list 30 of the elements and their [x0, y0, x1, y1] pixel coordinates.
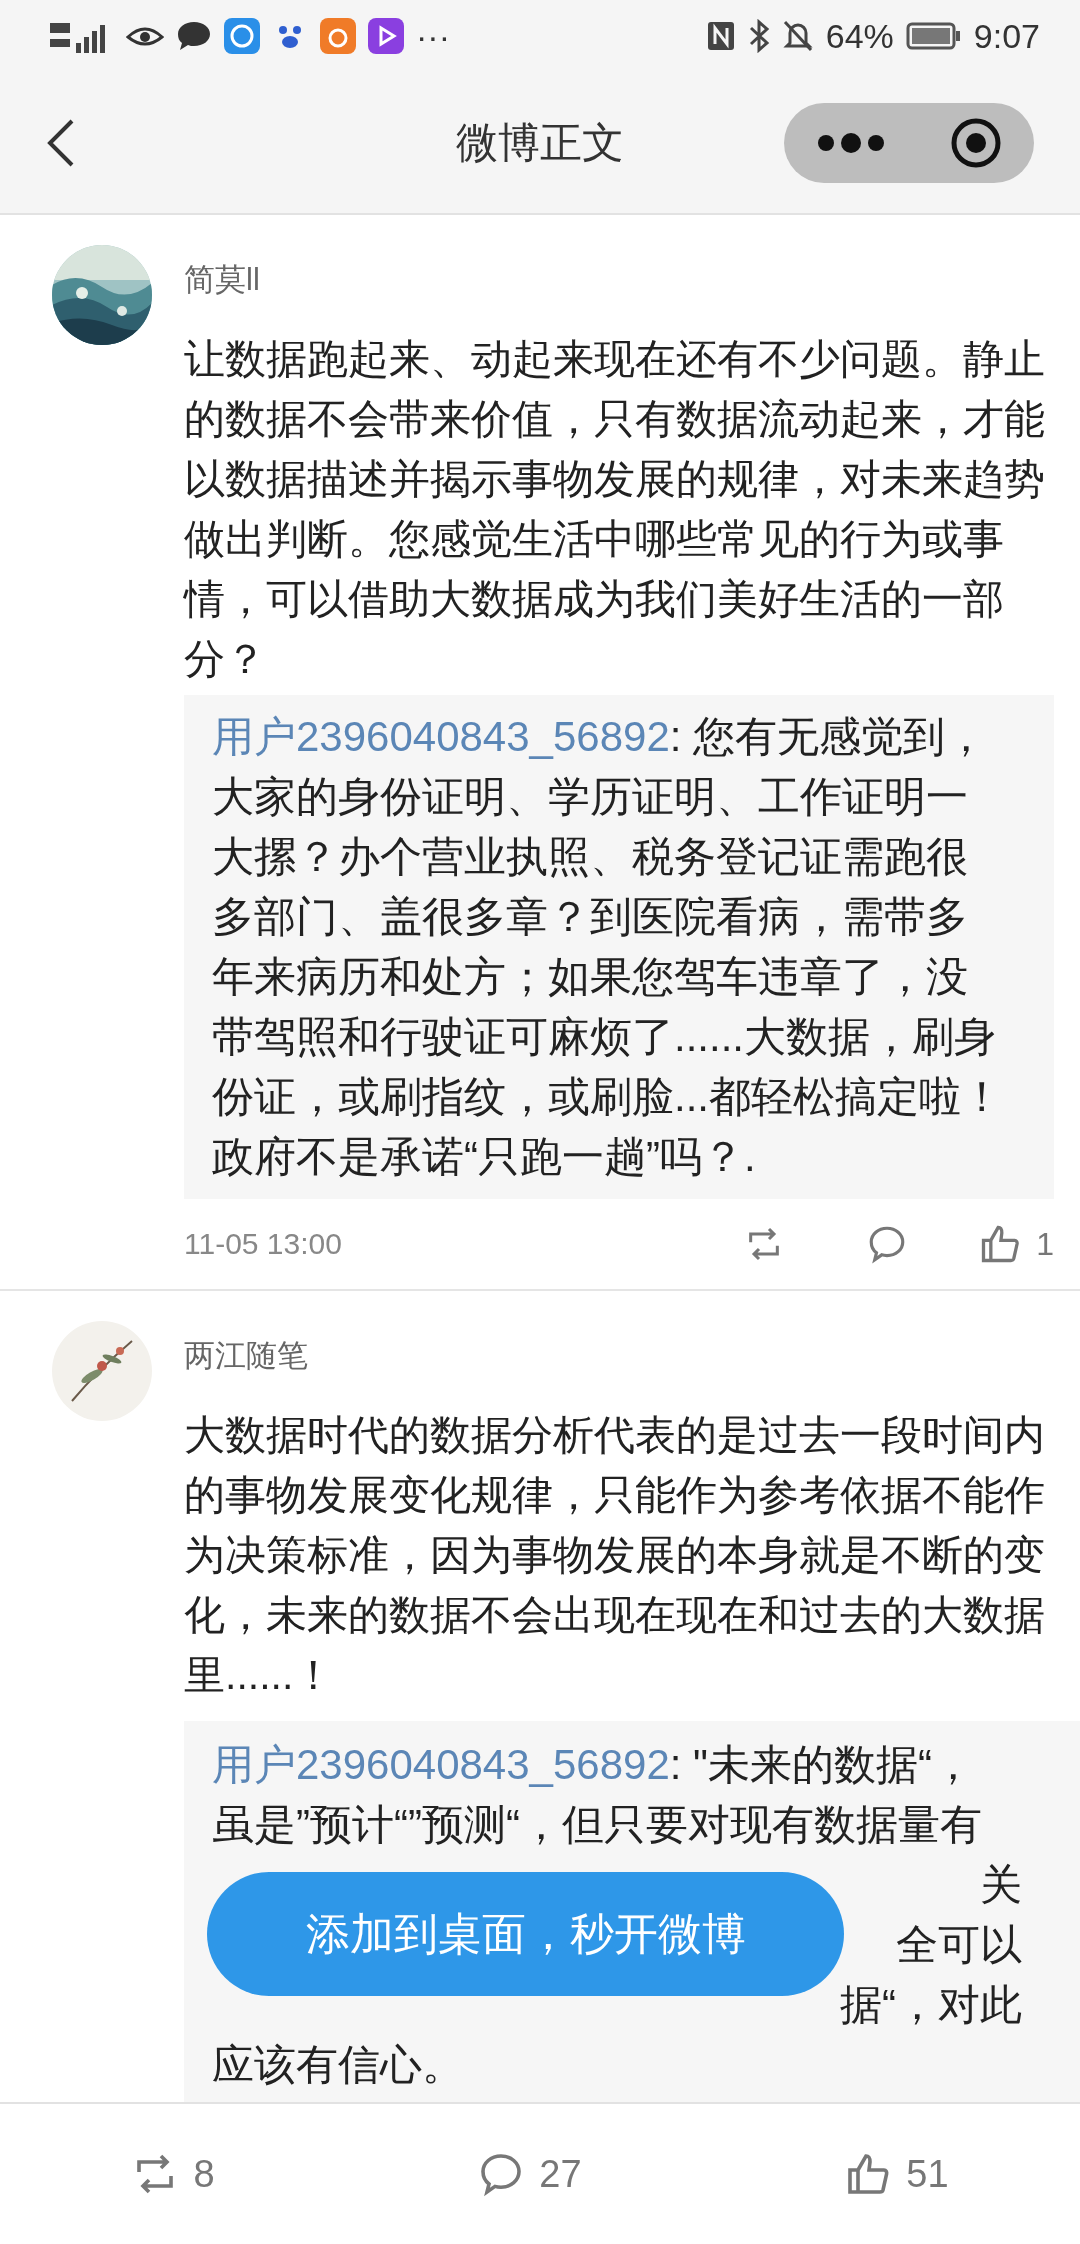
comment-text: 大数据时代的数据分析代表的是过去一段时间内的事物发展变化规律，只能作为参考依据不能作为决策标准，因为事物发展的本身就是不断的变化，未来的数据不会出现在现在和过去的大数据里......！ [184, 1411, 1046, 1700]
author-name[interactable]: 两江随笔 [184, 1335, 308, 1377]
reply-text: 用户2396040843_56892: 您有无感觉到，大家的身份证明、学历证明、工作证明一大摞？办个营业执照、税务登记证需跑很多部门、盖很多章？到医院看病，需带多年来病历和处方；如果您驾车违章了，没带驾照和行驶证可麻烦了......大数据，刷身份证，或刷指纹，或刷脸...都轻松搞定啦！政府不是承诺“只跑一趟”吗？. [212, 712, 1004, 1182]
page-title: 微博正文 [456, 117, 624, 168]
reply-text: 应该有信心。 [212, 2040, 465, 2090]
timestamp: 11-05 13:00 [184, 1227, 342, 1261]
more-icon [816, 132, 886, 153]
comment-text: 让数据跑起来、动起来现在还有不少问题。静止的数据不会带来价值，只有数据流动起来，才能以数据描述并揭示事物发展的规律，对未来趋势做出判断。您感觉生活中哪些常见的行为或事情，可以借助大数据成为我们美好生活的一部分？ [184, 335, 1046, 684]
target-icon [950, 116, 1002, 169]
reply-text: 用户2396040843_56892: "未来的数据“，虽是”预计“”预测“，但只要对现有数据量有 [212, 1740, 983, 1850]
bluetooth-icon [747, 19, 770, 53]
more-notifications: ··· [416, 16, 450, 56]
user-link[interactable]: 用户2396040843_56892 [212, 713, 670, 760]
like-button[interactable]: 51 [844, 2150, 949, 2198]
comment-button[interactable]: 27 [477, 2150, 582, 2198]
play-icon [368, 18, 404, 54]
user-link[interactable]: 用户2396040843_56892 [212, 1741, 670, 1788]
battery-percentage: 64% [825, 16, 894, 56]
like-button[interactable]: 1 [978, 1222, 1054, 1266]
reply-text-fragment: 全可以 [896, 1920, 1022, 1970]
author-name[interactable]: 简莫ll [184, 259, 260, 301]
reply-text-fragment: 关 [980, 1860, 1022, 1910]
battery-icon [905, 21, 962, 51]
app-icon [224, 18, 260, 54]
clock: 9:07 [973, 16, 1040, 56]
bell-off-icon [781, 19, 814, 53]
repost-button[interactable]: 8 [131, 2150, 215, 2198]
chat-icon [176, 20, 212, 52]
app-icon [320, 18, 356, 54]
nfc-icon [705, 20, 736, 52]
